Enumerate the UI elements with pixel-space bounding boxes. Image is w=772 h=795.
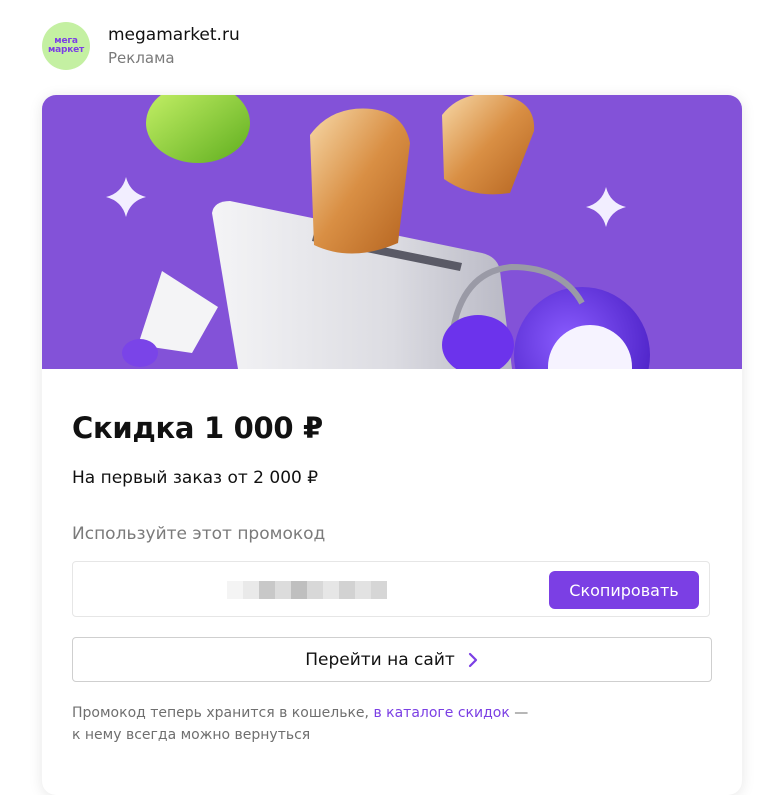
apple-shape: [146, 95, 250, 163]
first-order-condition: На первый заказ от 2 000 ₽: [72, 468, 319, 488]
ad-header: мега маркет megamarket.ru Реклама: [42, 22, 240, 70]
shuttlecock: [138, 271, 218, 353]
go-to-site-label: Перейти на сайт: [305, 649, 455, 670]
note-line2: к нему всегда можно вернуться: [72, 727, 311, 743]
megamarket-logo[interactable]: мега маркет: [42, 22, 90, 70]
note-prefix: Промокод теперь хранится в кошельке,: [72, 705, 374, 721]
chevron-right-icon: [468, 652, 477, 667]
brand-name[interactable]: megamarket.ru: [108, 24, 240, 46]
note-suffix: —: [509, 705, 529, 721]
toast-right: [442, 95, 535, 195]
toast-left: [310, 108, 410, 254]
go-to-site-button[interactable]: Перейти на сайт: [72, 637, 712, 682]
header-text: megamarket.ru Реклама: [108, 24, 240, 69]
promo-code-box: Скопировать: [72, 561, 710, 617]
promo-code-blurred[interactable]: [227, 581, 387, 599]
promo-card: Скидка 1 000 ₽ На первый заказ от 2 000 …: [42, 95, 742, 795]
use-code-label: Используйте этот промокод: [72, 524, 326, 544]
ad-label: Реклама: [108, 48, 175, 67]
copy-button[interactable]: Скопировать: [549, 571, 699, 609]
promo-banner-image[interactable]: [42, 95, 742, 369]
discount-title: Скидка 1 000 ₽: [72, 411, 323, 445]
promo-content: Скидка 1 000 ₽ На первый заказ от 2 000 …: [42, 411, 742, 746]
logo-text-line2: маркет: [47, 45, 85, 55]
banner-illustration: [106, 95, 650, 369]
promo-note: Промокод теперь хранится в кошельке, в к…: [72, 702, 712, 746]
discount-catalog-link[interactable]: в каталоге скидок: [373, 705, 509, 721]
sparkle-right: [586, 187, 626, 227]
sparkle-left: [106, 177, 146, 217]
